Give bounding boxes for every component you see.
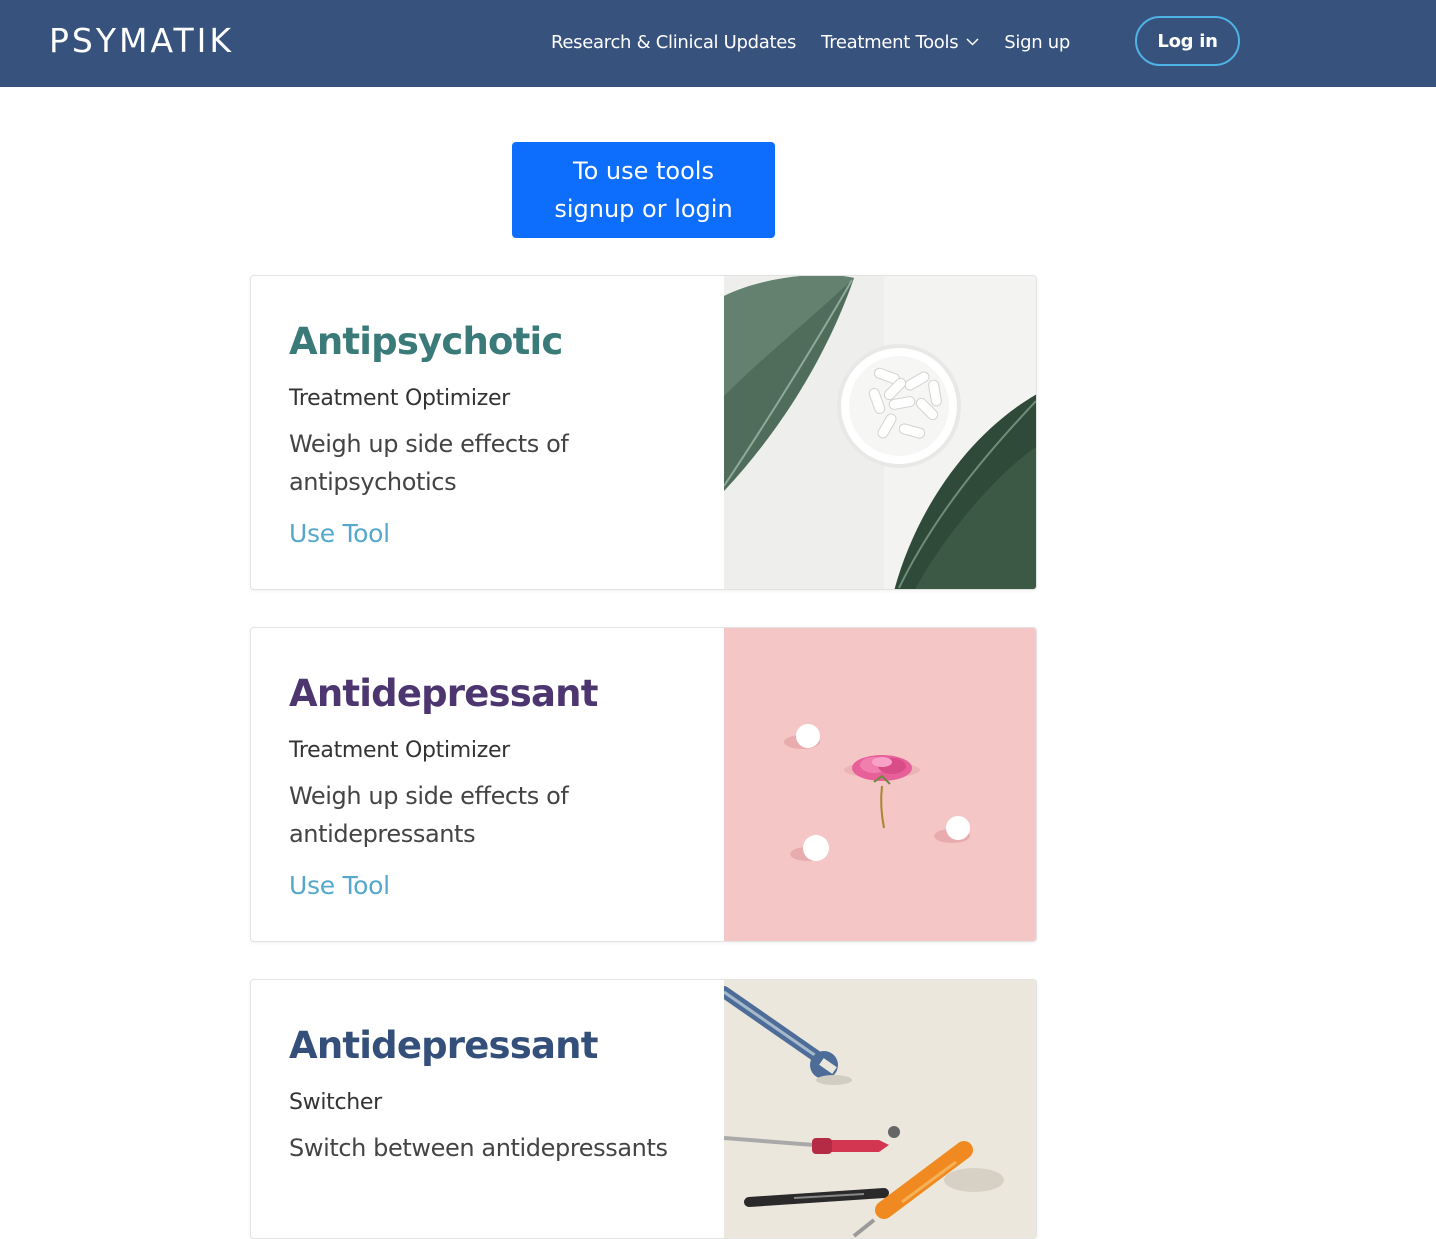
- card-body: Antidepressant Treatment Optimizer Weigh…: [289, 628, 719, 941]
- card-body: Antipsychotic Treatment Optimizer Weigh …: [289, 276, 719, 589]
- nav-treatment-tools-label: Treatment Tools: [821, 31, 959, 53]
- brand-logo[interactable]: PSYMATIK: [49, 21, 234, 61]
- signup-login-cta-button[interactable]: To use tools signup or login: [512, 142, 775, 238]
- card-subtitle: Treatment Optimizer: [289, 386, 510, 411]
- use-tool-link[interactable]: Use Tool: [289, 516, 390, 552]
- antipsychotic-optimizer-card: Antipsychotic Treatment Optimizer Weigh …: [250, 275, 1037, 590]
- nav-links: Research & Clinical Updates Treatment To…: [551, 27, 1095, 57]
- use-tool-link[interactable]: Use Tool: [289, 868, 390, 904]
- nav-treatment-tools-dropdown[interactable]: Treatment Tools: [821, 32, 979, 53]
- chevron-down-icon: [966, 38, 979, 46]
- card-subtitle: Switcher: [289, 1090, 382, 1115]
- pink-flower-image: [724, 628, 1036, 941]
- antidepressant-switcher-card: Antidepressant Switcher Switch between a…: [250, 979, 1037, 1239]
- card-title: Antidepressant: [289, 1024, 598, 1067]
- card-title: Antidepressant: [289, 672, 598, 715]
- nav-research-link[interactable]: Research & Clinical Updates: [551, 32, 796, 53]
- nav-signup-link[interactable]: Sign up: [1004, 32, 1070, 53]
- card-description: Weigh up side effects of antidepressants: [289, 782, 569, 848]
- antidepressant-optimizer-card: Antidepressant Treatment Optimizer Weigh…: [250, 627, 1037, 942]
- card-subtitle: Treatment Optimizer: [289, 738, 510, 763]
- card-title: Antipsychotic: [289, 320, 563, 363]
- card-body: Antidepressant Switcher Switch between a…: [289, 980, 719, 1238]
- tools-image: [724, 980, 1036, 1238]
- card-description: Weigh up side effects of antipsychotics: [289, 430, 569, 496]
- card-description: Switch between antidepressants: [289, 1134, 668, 1162]
- pills-and-leaves-image: [724, 276, 1036, 589]
- top-navbar: PSYMATIK Research & Clinical Updates Tre…: [0, 0, 1436, 87]
- login-button[interactable]: Log in: [1135, 16, 1240, 66]
